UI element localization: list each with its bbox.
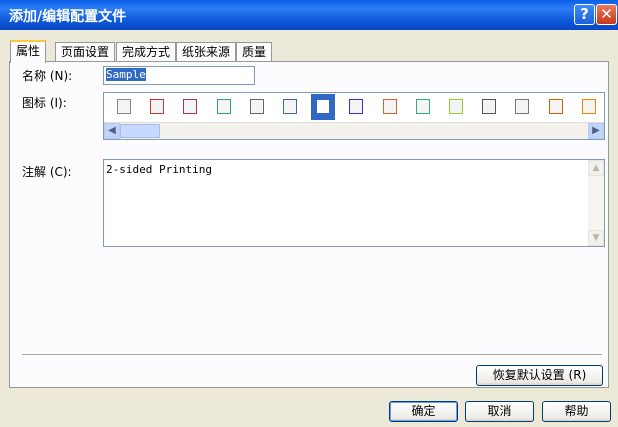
page-list-icon[interactable]	[145, 94, 169, 120]
color-icon[interactable]	[444, 94, 468, 120]
title-bar[interactable]: 添加/编辑配置文件 ? ✕	[0, 0, 618, 30]
poster-icon[interactable]	[178, 94, 202, 120]
divider	[22, 354, 602, 356]
help-title-button[interactable]: ?	[574, 4, 595, 25]
scroll-right-icon[interactable]: ▶	[588, 123, 604, 139]
close-button[interactable]: ✕	[596, 4, 617, 25]
name-value: Sample	[106, 68, 146, 81]
scroll-down-icon[interactable]: ▼	[588, 230, 604, 246]
close-icon: ✕	[600, 5, 613, 23]
a4-icon[interactable]	[344, 94, 368, 120]
comment-field[interactable]: 2-sided Printing ▲ ▼	[103, 159, 605, 247]
question-icon: ?	[580, 5, 589, 23]
cancel-button[interactable]: 取消	[465, 401, 534, 422]
tab-quality[interactable]: 质量	[236, 42, 273, 61]
scroll-left-icon[interactable]: ◀	[104, 123, 120, 139]
booklet-icon[interactable]	[311, 94, 336, 120]
photo-icon[interactable]	[212, 94, 236, 120]
comment-value: 2-sided Printing	[106, 163, 212, 176]
page-icon[interactable]	[112, 94, 136, 120]
ok-button[interactable]: 确定	[389, 401, 458, 422]
name-field[interactable]: Sample	[103, 66, 255, 85]
tab-paper-source[interactable]: 纸张来源	[176, 42, 237, 61]
help-button[interactable]: 帮助	[542, 401, 611, 422]
tab-page-setup[interactable]: 页面设置	[55, 42, 116, 61]
calendar-icon[interactable]	[378, 94, 402, 120]
comment-label: 注解 (C):	[22, 165, 72, 179]
icon-label: 图标 (I):	[22, 96, 67, 110]
window-title: 添加/编辑配置文件	[9, 9, 127, 25]
tab-properties[interactable]: 属性	[10, 40, 47, 63]
name-label: 名称 (N):	[22, 69, 73, 83]
horizontal-scrollbar[interactable]: ◀ ▶	[104, 122, 604, 139]
printer-icon[interactable]	[411, 94, 435, 120]
stack-icon[interactable]	[544, 94, 568, 120]
vertical-scrollbar[interactable]: ▲ ▼	[588, 160, 604, 246]
scroll-thumb[interactable]	[120, 124, 160, 138]
report-icon[interactable]	[477, 94, 501, 120]
icon-picker[interactable]: ◀ ▶	[103, 92, 605, 140]
scroll-up-icon[interactable]: ▲	[588, 160, 604, 176]
install-icon[interactable]	[577, 94, 601, 120]
text-icon[interactable]	[510, 94, 534, 120]
tab-finishing[interactable]: 完成方式	[116, 42, 177, 61]
document-icon[interactable]	[245, 94, 269, 120]
dialog-window: 添加/编辑配置文件 ? ✕ 属性 页面设置 完成方式 纸张来源 质量 名称 (N…	[0, 0, 618, 427]
restore-defaults-button[interactable]: 恢复默认设置 (R)	[476, 365, 603, 386]
grid-icon[interactable]	[278, 94, 302, 120]
